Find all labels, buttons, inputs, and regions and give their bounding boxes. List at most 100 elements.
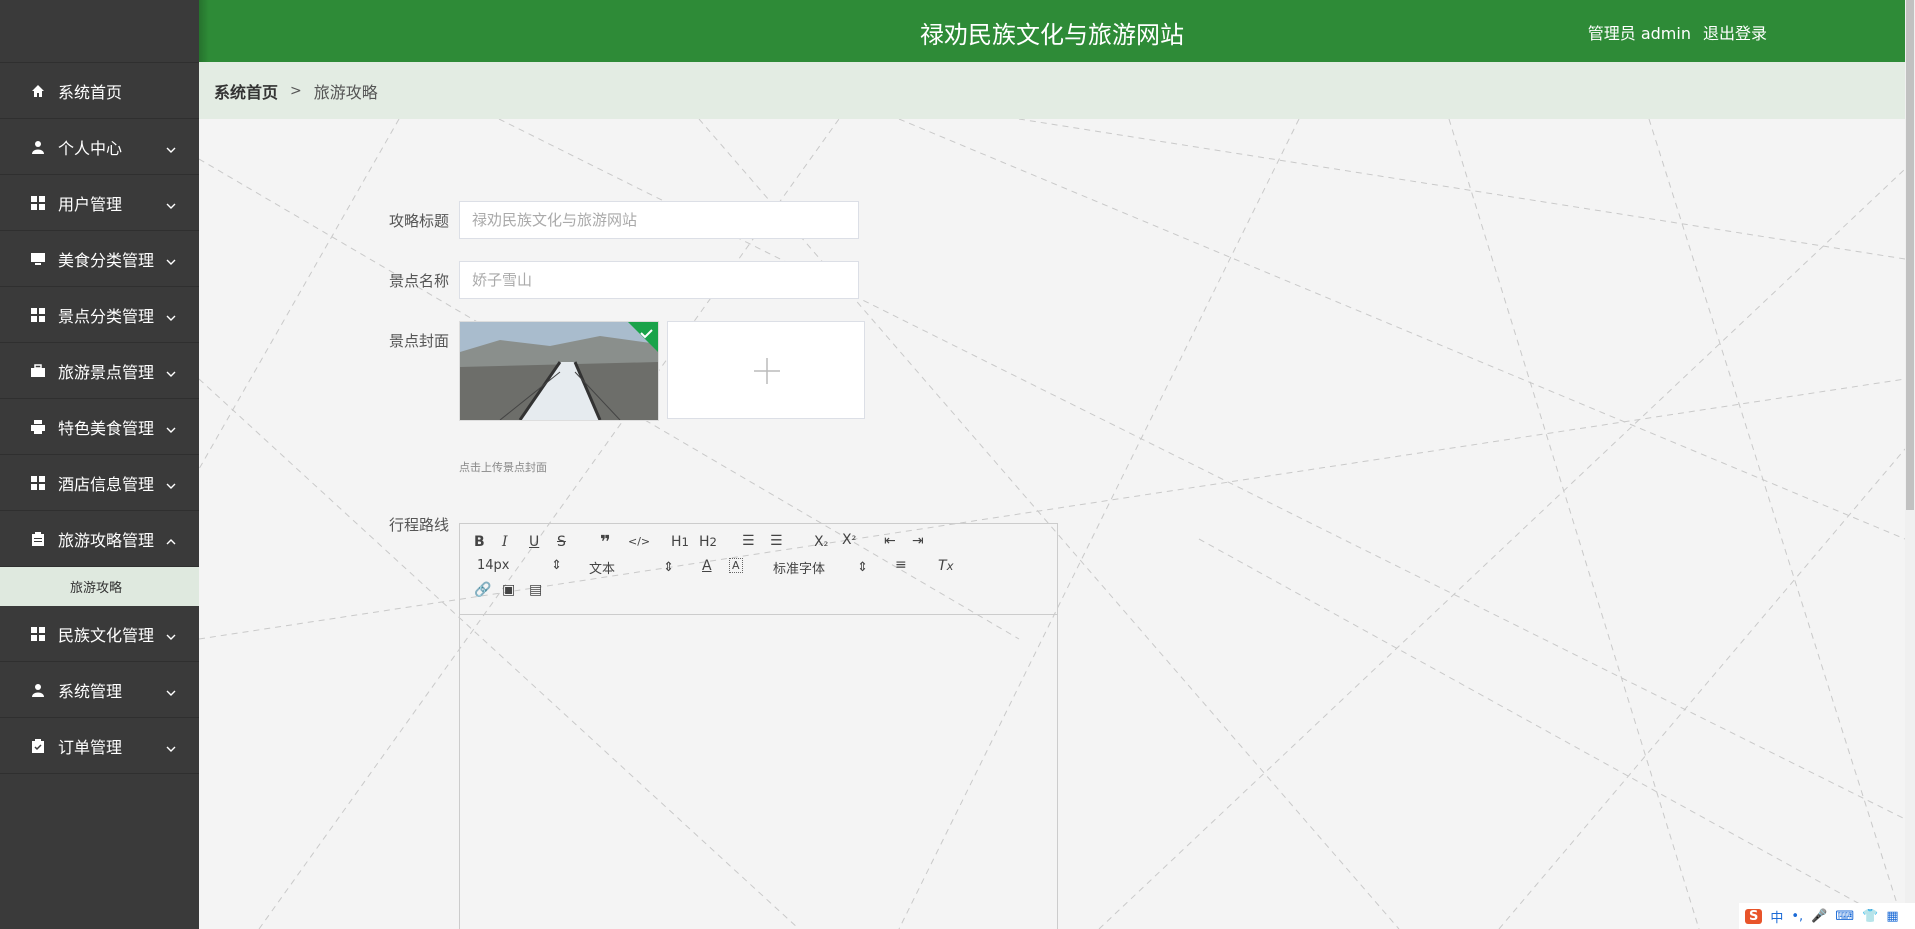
punctuation-icon[interactable]: •, [1791, 909, 1803, 924]
sidebar-item-10[interactable]: 系统管理 [0, 662, 199, 718]
printer-icon [30, 419, 46, 435]
bold-button[interactable]: B [474, 534, 485, 550]
italic-button[interactable]: I [502, 534, 508, 550]
sidebar-item-label: 订单管理 [58, 737, 123, 757]
sidebar-item-5[interactable]: 旅游景点管理 [0, 343, 199, 399]
h1-button[interactable]: H1 [671, 534, 689, 550]
link-icon[interactable]: 🔗 [474, 582, 491, 598]
sidebar-item-label: 旅游景点管理 [58, 362, 155, 382]
grid-icon [30, 475, 46, 491]
scrollbar-thumb[interactable] [1906, 0, 1914, 510]
chevron-down-icon [165, 740, 177, 752]
sidebar-item-6[interactable]: 特色美食管理 [0, 399, 199, 455]
top-header: 禄劝民族文化与旅游网站 管理员 admin 退出登录 [199, 0, 1905, 62]
sidebar-item-label: 个人中心 [58, 138, 123, 158]
align-icon[interactable]: ≡ [895, 557, 907, 573]
h2-button[interactable]: H2 [699, 534, 717, 550]
sidebar-item-label: 酒店信息管理 [58, 474, 155, 494]
chevron-down-icon [165, 309, 177, 321]
sidebar-item-11[interactable]: 订单管理 [0, 718, 199, 774]
chevron-down-icon [165, 197, 177, 209]
sidebar-item-label: 旅游攻略管理 [58, 530, 155, 550]
sidebar: 系统首页个人中心用户管理美食分类管理景点分类管理旅游景点管理 特色美食管理 酒店信息… [0, 0, 199, 929]
select-arrow-icon: ⇕ [663, 560, 674, 575]
submenu-item-travel-guide[interactable]: 旅游攻略 [0, 567, 199, 606]
editor-body[interactable] [460, 615, 1057, 929]
select-arrow-icon: ⇕ [551, 558, 562, 573]
breadcrumb-separator: > [290, 82, 302, 99]
image-icon[interactable]: ▣ [502, 582, 515, 598]
ime-lang[interactable]: 中 [1770, 907, 1783, 926]
title-label: 攻略标题 [388, 212, 449, 230]
breadcrumb: 系统首页 > 旅游攻略 [199, 62, 1905, 119]
editor-toolbar: B I U S ❞ </> H1 H2 ☰ ☰ X₂ X² ⇤ ⇥ 14px ⇕ … [460, 524, 1057, 615]
upload-cover-button[interactable] [667, 321, 865, 419]
chevron-down-icon [165, 477, 177, 489]
scenic-name-input[interactable]: 娇子雪山 [459, 261, 859, 299]
sidebar-item-label: 特色美食管理 [58, 418, 155, 438]
chevron-down-icon [165, 253, 177, 265]
bullet-list-icon[interactable]: ☰ [770, 533, 783, 549]
title-input[interactable]: 禄劝民族文化与旅游网站 [459, 201, 859, 239]
breadcrumb-current: 旅游攻略 [313, 82, 378, 102]
indent-icon[interactable]: ⇥ [912, 533, 924, 549]
font-size-value: 14px [477, 558, 510, 573]
background-color-icon[interactable]: A [729, 558, 743, 573]
select-arrow-icon: ⇕ [857, 560, 868, 575]
apps-icon[interactable]: ▦ [1886, 909, 1898, 924]
clear-format-icon[interactable]: Tx [938, 558, 953, 574]
sogou-logo-icon: S [1745, 908, 1763, 924]
logout-link[interactable]: 退出登录 [1703, 20, 1767, 44]
user-icon [30, 139, 46, 155]
sidebar-item-3[interactable]: 美食分类管理 [0, 231, 199, 287]
ordered-list-icon[interactable]: ☰ [742, 533, 755, 549]
chevron-down-icon [165, 141, 177, 153]
outdent-icon[interactable]: ⇤ [884, 533, 896, 549]
sidebar-logo-area [0, 0, 199, 63]
grid-icon [30, 307, 46, 323]
cover-label: 景点封面 [388, 332, 449, 350]
chevron-down-icon [165, 421, 177, 433]
breadcrumb-home[interactable]: 系统首页 [214, 79, 278, 103]
checklist-icon [30, 738, 46, 754]
sidebar-item-label: 美食分类管理 [58, 250, 155, 270]
superscript-button[interactable]: X² [842, 532, 856, 548]
sidebar-item-1[interactable]: 个人中心 [0, 119, 199, 175]
header-select-value: 文本 [589, 562, 616, 577]
sidebar-item-label: 民族文化管理 [58, 625, 155, 645]
plus-icon [754, 358, 780, 384]
sidebar-item-8[interactable]: 旅游攻略管理 [0, 511, 199, 567]
sidebar-item-9[interactable]: 民族文化管理 [0, 606, 199, 662]
sidebar-item-0[interactable]: 系统首页 [0, 63, 199, 119]
clipboard-icon [30, 531, 46, 547]
video-icon[interactable]: ▤ [529, 582, 542, 598]
font-family-value: 标准字体 [773, 562, 826, 577]
user-label: 管理员 admin [1587, 24, 1691, 43]
user-icon [30, 682, 46, 698]
subscript-button[interactable]: X₂ [814, 534, 828, 550]
chevron-down-icon [165, 365, 177, 377]
strike-button[interactable]: S [557, 534, 566, 550]
route-label: 行程路线 [388, 516, 449, 534]
cover-image [460, 322, 658, 420]
rich-text-editor: B I U S ❞ </> H1 H2 ☰ ☰ X₂ X² ⇤ ⇥ 14px ⇕ … [459, 523, 1058, 929]
code-block-button[interactable]: </> [628, 535, 650, 548]
cover-image-thumbnail[interactable] [459, 321, 659, 421]
header-select[interactable]: 文本 ⇕ [589, 558, 674, 577]
ime-toolbar: S 中 •, 🎤 ⌨ 👕 ▦ [1739, 903, 1915, 929]
sidebar-item-4[interactable]: 景点分类管理 [0, 287, 199, 343]
font-color-icon[interactable]: A [702, 558, 712, 574]
microphone-icon[interactable]: 🎤 [1811, 909, 1827, 924]
font-family-select[interactable]: 标准字体 ⇕ [773, 558, 868, 577]
keyboard-icon[interactable]: ⌨ [1835, 909, 1854, 924]
blockquote-button[interactable]: ❞ [600, 532, 611, 553]
skin-icon[interactable]: 👕 [1862, 909, 1878, 924]
scenic-name-label: 景点名称 [388, 272, 449, 290]
chevron-down-icon [165, 684, 177, 696]
font-size-select[interactable]: 14px ⇕ [477, 558, 562, 573]
sidebar-item-2[interactable]: 用户管理 [0, 175, 199, 231]
sidebar-item-7[interactable]: 酒店信息管理 [0, 455, 199, 511]
page-scrollbar[interactable] [1905, 0, 1915, 929]
underline-button[interactable]: U [529, 534, 539, 550]
user-area: 管理员 admin 退出登录 [1588, 20, 1767, 44]
